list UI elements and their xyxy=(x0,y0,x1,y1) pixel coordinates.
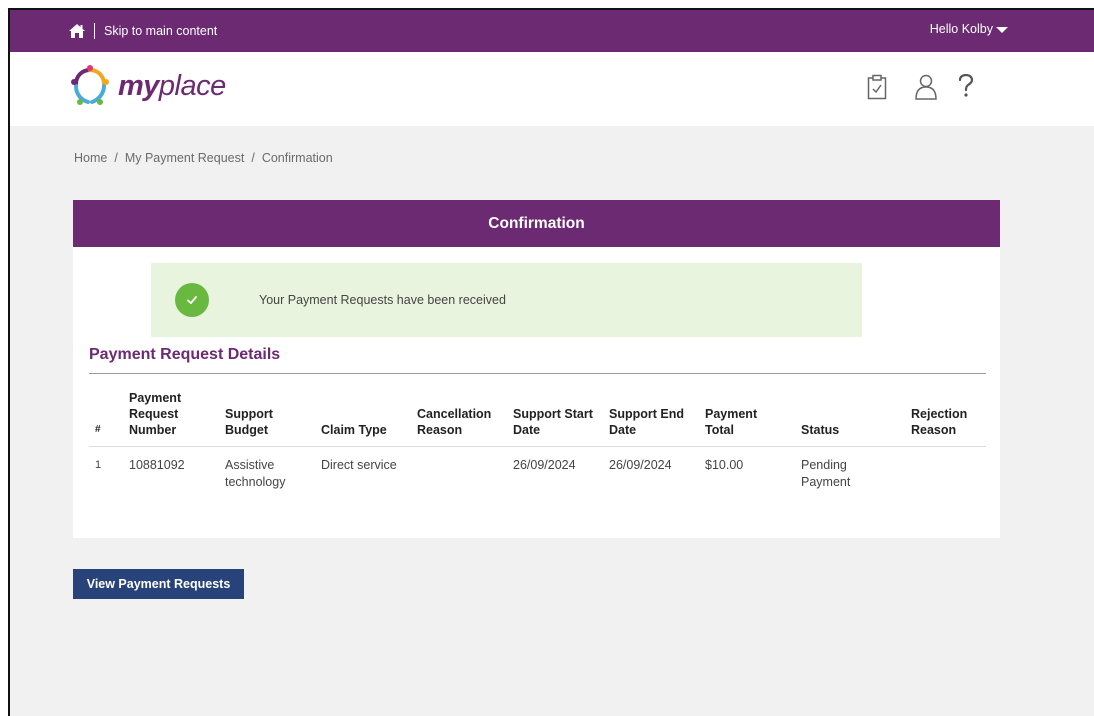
column-header-rejection-reason: Rejection Reason xyxy=(905,386,986,447)
success-check-icon xyxy=(175,283,209,317)
column-header-support-end-date: Support End Date xyxy=(603,386,699,447)
success-alert: Your Payment Requests have been received xyxy=(151,263,862,337)
cell-payment-total: $10.00 xyxy=(705,458,744,472)
user-profile-icon[interactable] xyxy=(914,74,938,100)
top-bar: Skip to main content Hello Kolby xyxy=(10,10,1094,52)
cell-rejection-reason xyxy=(905,447,986,502)
breadcrumb: Home / My Payment Request / Confirmation xyxy=(74,151,333,165)
app-frame: Skip to main content Hello Kolby myplace xyxy=(8,8,1094,716)
cell-status: Pending Payment xyxy=(801,458,851,489)
column-header-number: # xyxy=(89,386,123,447)
confirmation-card: Confirmation Your Payment Requests have … xyxy=(73,200,1000,538)
breadcrumb-home[interactable]: Home xyxy=(74,151,107,165)
breadcrumb-separator: / xyxy=(114,151,118,165)
success-message: Your Payment Requests have been received xyxy=(259,293,506,307)
column-header-payment-request-number: Payment Request Number xyxy=(123,386,219,447)
user-menu[interactable]: Hello Kolby xyxy=(930,22,1008,36)
payment-details-title: Payment Request Details xyxy=(89,346,281,363)
user-greeting: Hello Kolby xyxy=(929,22,993,36)
help-question-icon[interactable] xyxy=(958,74,974,98)
column-header-payment-total: Payment Total xyxy=(699,386,795,447)
table-row: 1 10881092 Assistive technology Direct s… xyxy=(89,447,986,502)
view-payment-requests-button[interactable]: View Payment Requests xyxy=(73,569,244,599)
table-header-row: # Payment Request Number Support Budget … xyxy=(89,386,986,447)
breadcrumb-confirmation: Confirmation xyxy=(261,151,333,165)
column-header-status: Status xyxy=(795,386,905,447)
cell-support-budget: Assistive technology xyxy=(225,458,286,489)
breadcrumb-separator: / xyxy=(251,151,255,165)
cell-support-end-date: 26/09/2024 xyxy=(609,458,672,472)
section-divider xyxy=(89,373,986,374)
clipboard-check-icon[interactable] xyxy=(867,74,887,100)
site-header: myplace xyxy=(10,52,1094,126)
cell-claim-type: Direct service xyxy=(321,458,397,472)
cell-payment-request-number: 10881092 xyxy=(129,458,185,472)
cell-support-start-date: 26/09/2024 xyxy=(513,458,576,472)
column-header-claim-type: Claim Type xyxy=(315,386,411,447)
skip-to-main-link[interactable]: Skip to main content xyxy=(104,24,217,38)
caret-down-icon xyxy=(996,27,1008,33)
myplace-logo[interactable]: myplace xyxy=(68,64,226,108)
home-icon[interactable] xyxy=(68,23,86,39)
logo-text-light: place xyxy=(158,69,226,102)
logo-text: myplace xyxy=(118,70,226,103)
column-header-support-budget: Support Budget xyxy=(219,386,315,447)
payment-request-table: # Payment Request Number Support Budget … xyxy=(89,386,986,501)
breadcrumb-my-payment-request[interactable]: My Payment Request xyxy=(125,151,245,165)
confirmation-heading: Confirmation xyxy=(73,200,1000,247)
topbar-divider xyxy=(94,23,95,39)
column-header-support-start-date: Support Start Date xyxy=(507,386,603,447)
cell-cancellation-reason xyxy=(411,447,507,502)
logo-text-bold: my xyxy=(118,69,159,102)
myplace-logo-icon xyxy=(71,65,109,105)
cell-number: 1 xyxy=(95,459,102,471)
column-header-cancellation-reason: Cancellation Reason xyxy=(411,386,507,447)
